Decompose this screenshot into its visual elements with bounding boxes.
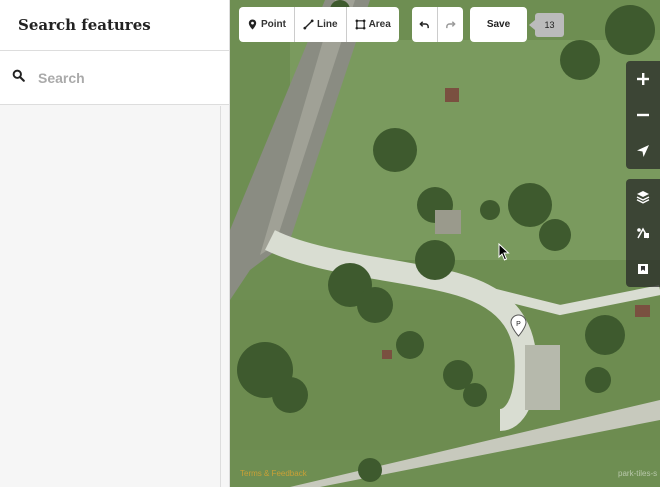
sidebar-header: Search features: [0, 0, 229, 51]
add-feature-group: Point Line Area: [239, 7, 399, 42]
edit-count-badge: 13: [529, 13, 564, 37]
mouse-cursor-icon: [498, 243, 510, 261]
draw-toolbar: Point Line Area: [239, 7, 399, 42]
map-canvas[interactable]: P: [230, 0, 660, 487]
pin-label: P: [516, 321, 521, 328]
add-line-button[interactable]: Line: [295, 7, 347, 42]
redo-button[interactable]: [438, 7, 463, 42]
area-icon: [355, 19, 366, 30]
undo-redo-group: [412, 7, 463, 42]
map-data-icon: [637, 227, 649, 239]
line-icon: [303, 19, 314, 30]
save-button[interactable]: Save: [470, 7, 527, 42]
undo-icon: [419, 21, 429, 29]
zoom-controls: [626, 61, 660, 169]
background-layers-button[interactable]: [626, 179, 660, 215]
aerial-imagery: [230, 0, 660, 487]
add-point-button[interactable]: Point: [239, 7, 295, 42]
add-point-label: Point: [261, 19, 286, 30]
undo-button[interactable]: [412, 7, 438, 42]
minus-icon: [637, 113, 649, 117]
zoom-in-button[interactable]: [626, 61, 660, 97]
sidebar-title: Search features: [18, 16, 151, 34]
zoom-out-button[interactable]: [626, 97, 660, 133]
search-input[interactable]: [36, 68, 210, 87]
point-icon: [248, 19, 257, 30]
layers-icon: [636, 191, 650, 204]
add-line-label: Line: [317, 19, 338, 30]
map-help-icon: [638, 264, 648, 274]
map-data-button[interactable]: [626, 215, 660, 251]
geolocate-button[interactable]: [626, 133, 660, 169]
map-panels-controls: [626, 179, 660, 287]
tile-source-label: park-tiles-s: [618, 469, 658, 478]
plus-icon: [637, 73, 649, 85]
sidebar-scrollbar[interactable]: [220, 106, 221, 487]
terms-feedback-link[interactable]: Terms & Feedback: [240, 469, 307, 478]
sidebar: Search features: [0, 0, 230, 487]
location-arrow-icon: [637, 145, 649, 157]
add-area-button[interactable]: Area: [347, 7, 399, 42]
search-icon: [12, 69, 25, 87]
search-bar[interactable]: [0, 51, 229, 105]
issues-button[interactable]: [626, 251, 660, 287]
redo-icon: [446, 21, 456, 29]
add-area-label: Area: [368, 19, 391, 30]
map-pin-icon[interactable]: P: [510, 314, 527, 338]
